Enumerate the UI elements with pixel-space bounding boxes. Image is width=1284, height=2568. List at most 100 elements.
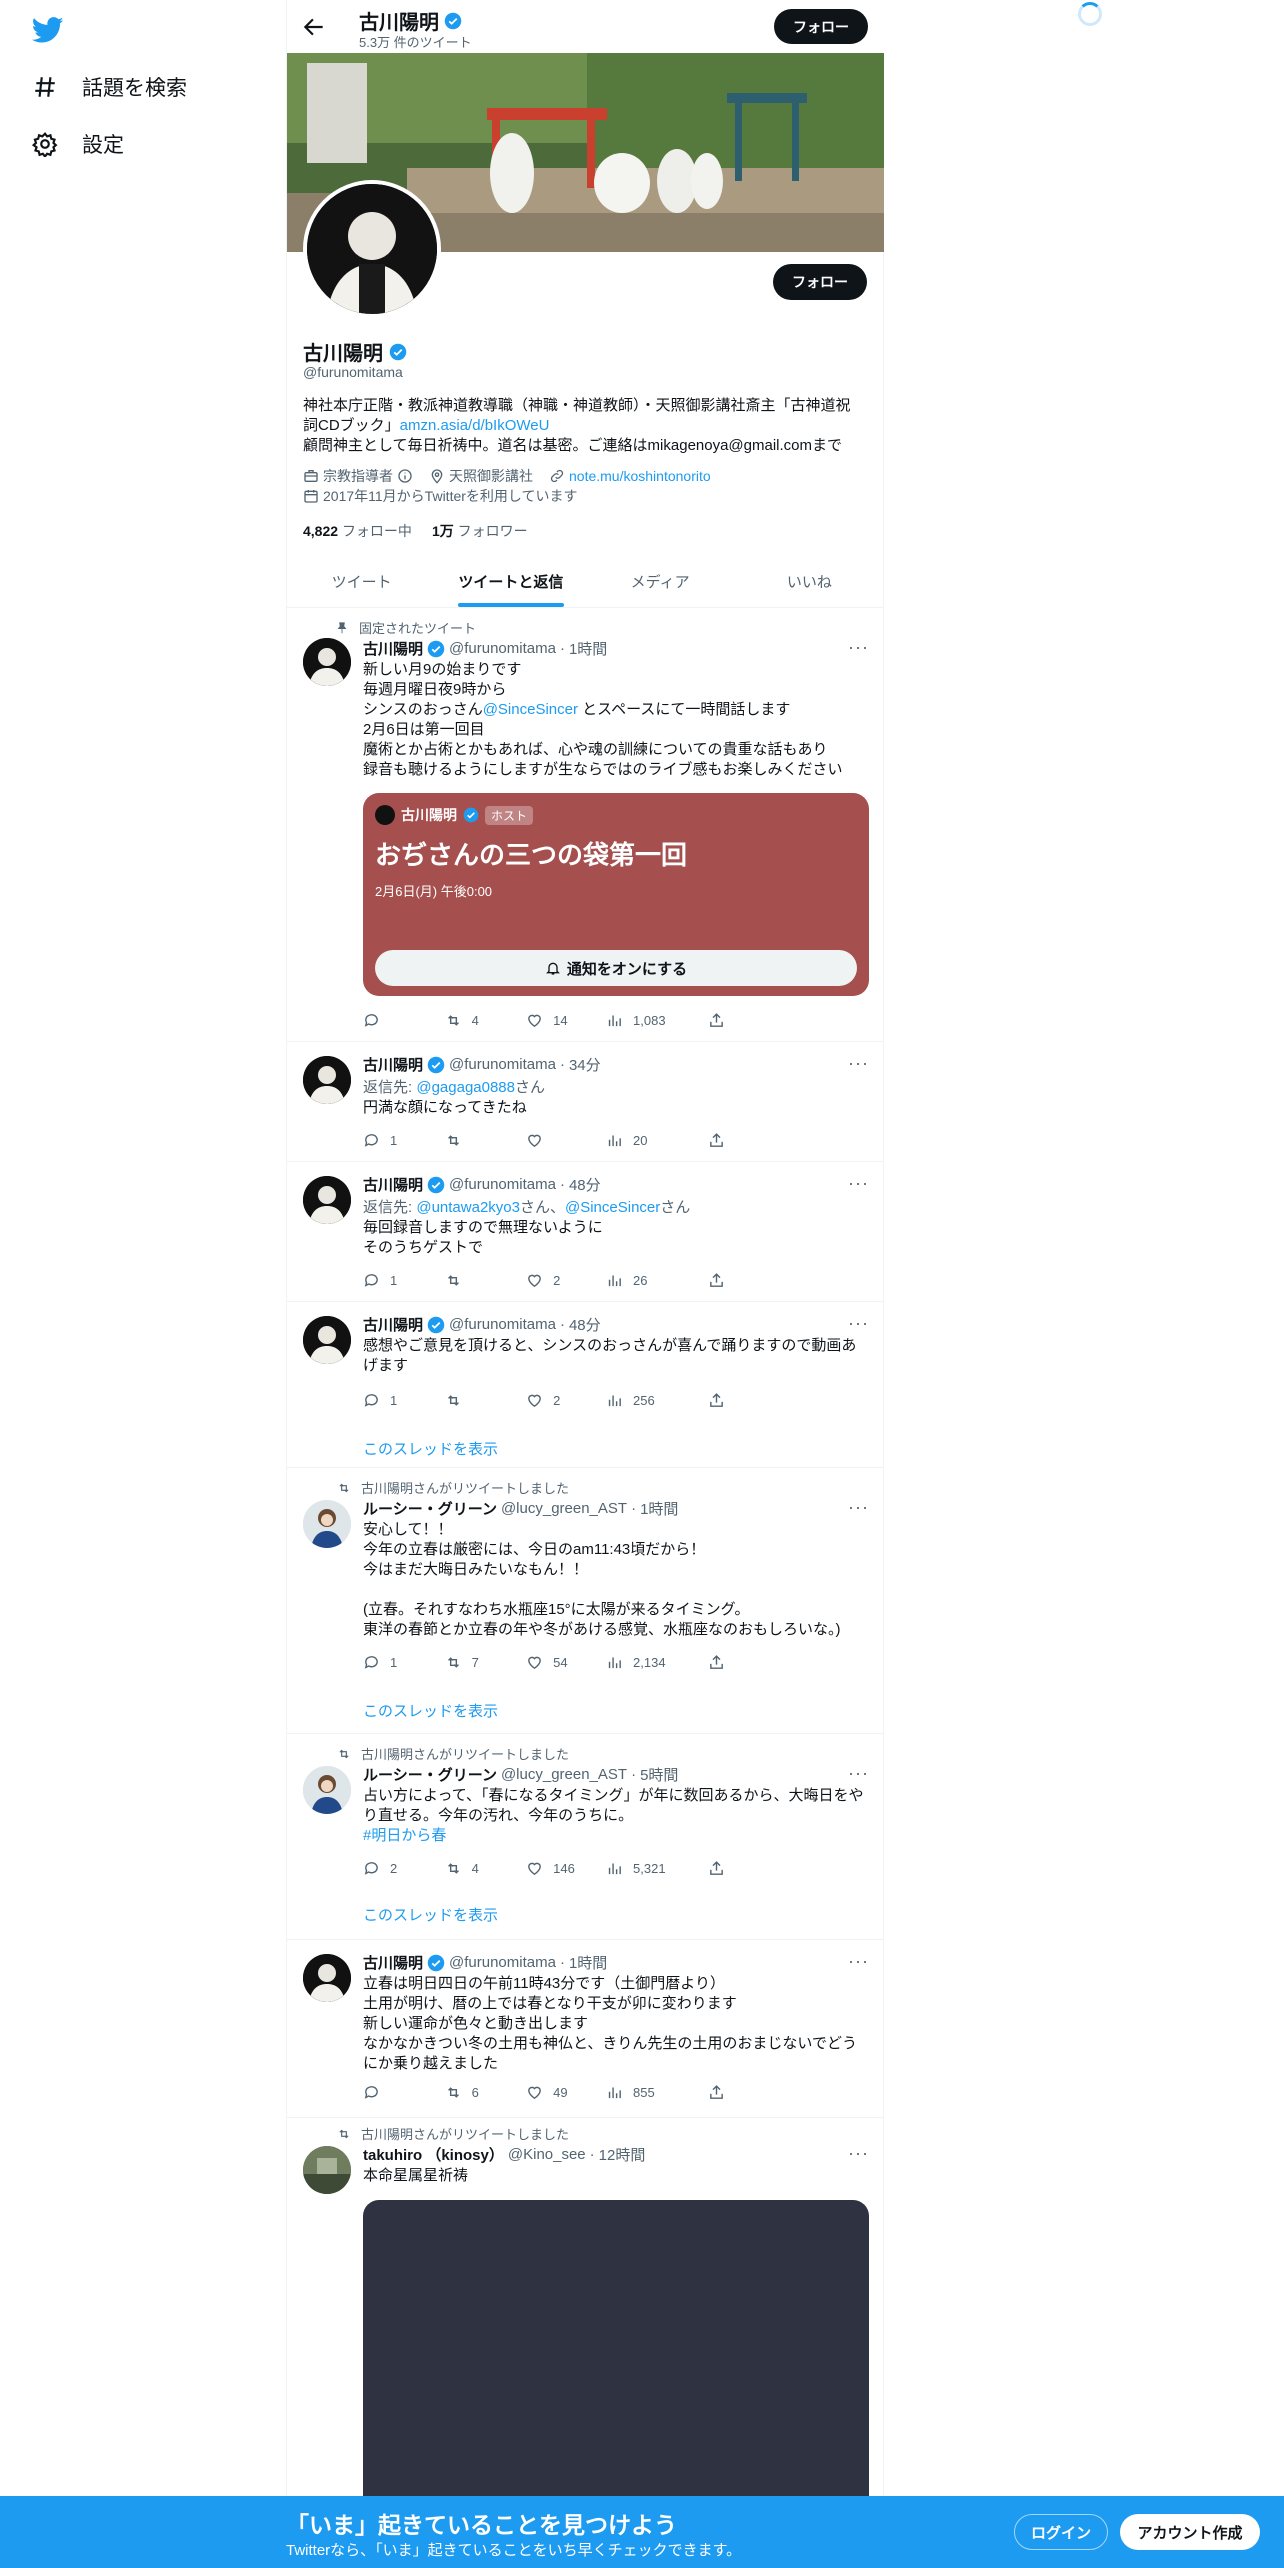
mention-link[interactable]: @SinceSincer [565,1199,660,1216]
mention-link[interactable]: @SinceSincer [483,701,578,718]
more-options-icon[interactable]: ··· [848,1952,868,1976]
views-button[interactable]: 1,083 [606,1012,708,1029]
avatar[interactable] [303,1500,351,1548]
show-thread-link[interactable]: このスレッドを表示 [363,1700,498,1721]
share-button[interactable] [708,2084,793,2101]
avatar[interactable] [303,1176,351,1224]
retweet-button[interactable]: 6 [445,2084,527,2101]
signup-button[interactable]: アカウント作成 [1120,2514,1260,2550]
like-button[interactable]: 14 [526,1012,606,1029]
avatar[interactable] [303,1316,351,1364]
like-button[interactable]: 2 [526,1392,606,1409]
tweet-retweeted[interactable]: 古川陽明さんがリツイートしました ルーシー・グリーン @lucy_green_A… [287,1468,884,1734]
login-button[interactable]: ログイン [1014,2514,1108,2550]
share-button[interactable] [708,1860,793,1877]
reply-button[interactable]: 1 [363,1132,445,1149]
retweet-icon [447,1135,459,1146]
share-icon [710,1273,723,1287]
profile-follow-button[interactable]: フォロー [773,264,867,300]
heart-icon [528,1656,542,1670]
following-link[interactable]: 4,822 フォロー中 [303,521,412,541]
retweet-button[interactable]: 7 [445,1654,527,1671]
space-card[interactable]: 古川陽明 ホスト おぢさんの三つの袋第一回 2月6日(月) 午後0:00 通知を… [363,793,869,996]
avatar[interactable] [303,1766,351,1814]
mention-link[interactable]: @untawa2kyo3 [416,1199,520,1216]
reply-icon [364,1394,378,1407]
views-button[interactable]: 256 [606,1392,708,1409]
banner-subtitle: Twitterなら、「いま」起きていることをいち早くチェックできます。 [286,2542,742,2559]
more-options-icon[interactable]: ··· [848,1498,868,1522]
retweet-button[interactable]: 4 [445,1860,527,1877]
profile-handle: @furunomitama [303,364,403,380]
tweet-retweeted[interactable]: 古川陽明さんがリツイートしました ルーシー・グリーン @lucy_green_A… [287,1734,884,1940]
retweet-button[interactable] [445,1272,527,1289]
mention-link[interactable]: @gagaga0888 [416,1079,515,1096]
views-button[interactable]: 26 [606,1272,708,1289]
reply-button[interactable] [363,1012,445,1029]
tweet[interactable]: 古川陽明 @furunomitama · 34分 ··· 返信先: @gagaga0… [287,1042,884,1162]
tweet-actions: 4 14 1,083 [363,1012,793,1029]
share-icon [710,1393,723,1407]
more-options-icon[interactable]: ··· [848,2144,868,2168]
like-button[interactable]: 146 [526,1860,606,1877]
tab-tweets-and-replies[interactable]: ツイートと返信 [436,555,585,607]
profile-website[interactable]: note.mu/koshintonorito [549,466,711,486]
twitter-logo-icon[interactable] [32,14,64,46]
sidebar-item-explore[interactable]: 話題を検索 [32,72,187,102]
notify-button[interactable]: 通知をオンにする [375,950,857,986]
more-options-icon[interactable]: ··· [848,1314,868,1338]
retweet-button[interactable] [445,1392,527,1409]
views-button[interactable]: 2,134 [606,1654,708,1671]
more-options-icon[interactable]: ··· [848,1764,868,1788]
reply-button[interactable] [363,2084,445,2101]
header-follow-button[interactable]: フォロー [774,9,868,44]
tweet[interactable]: 古川陽明 @furunomitama · 1時間 ··· 立春は明日四日の午前11時… [287,1940,884,2118]
share-button[interactable] [708,1392,793,1409]
verified-badge-icon [427,1316,445,1333]
like-button[interactable] [526,1132,606,1149]
show-thread-link[interactable]: このスレッドを表示 [363,1904,498,1925]
avatar[interactable] [303,1056,351,1104]
info-icon[interactable] [397,468,413,484]
like-button[interactable]: 2 [526,1272,606,1289]
tab-media[interactable]: メディア [586,555,735,607]
tweet[interactable]: 古川陽明 @furunomitama · 48分 ··· 返信先: @untawa2… [287,1162,884,1302]
tab-likes[interactable]: いいね [735,555,884,607]
more-options-icon[interactable]: ··· [848,1054,868,1078]
tweet[interactable]: 古川陽明 @furunomitama · 48分 ··· 感想やご意見を頂けると、シ… [287,1302,884,1468]
share-button[interactable] [708,1654,793,1671]
avatar[interactable] [303,2146,351,2194]
share-button[interactable] [708,1272,793,1289]
sidebar-item-settings[interactable]: 設定 [32,129,124,159]
views-button[interactable]: 855 [606,2084,708,2101]
reply-icon [364,1014,378,1027]
tweet-text: 毎回録音しますので無理ないように そのうちゲストで [363,1219,603,1256]
like-button[interactable]: 49 [526,2084,606,2101]
retweet-button[interactable] [445,1132,527,1149]
tab-tweets[interactable]: ツイート [287,555,436,607]
retweet-button[interactable]: 4 [445,1012,527,1029]
reply-button[interactable]: 1 [363,1392,445,1409]
profile-avatar[interactable] [303,180,441,318]
more-options-icon[interactable]: ··· [848,1174,868,1198]
show-thread-link[interactable]: このスレッドを表示 [363,1438,498,1459]
reply-button[interactable]: 1 [363,1272,445,1289]
views-button[interactable]: 20 [606,1132,708,1149]
followers-link[interactable]: 1万 フォロワー [432,521,528,541]
avatar[interactable] [303,638,351,686]
reply-button[interactable]: 2 [363,1860,445,1877]
avatar[interactable] [303,1954,351,2002]
share-button[interactable] [708,1012,793,1029]
like-button[interactable]: 54 [526,1654,606,1671]
share-button[interactable] [708,1132,793,1149]
retweet-icon [339,2129,349,2138]
reply-button[interactable]: 1 [363,1654,445,1671]
back-arrow-icon[interactable] [301,14,327,40]
views-button[interactable]: 5,321 [606,1860,708,1877]
retweet-icon [339,1749,349,1758]
pinned-context: 固定されたツイート [335,618,476,637]
more-options-icon[interactable]: ··· [848,638,868,662]
bio-link[interactable]: amzn.asia/d/bIkOWeU [400,417,550,434]
hashtag-link[interactable]: #明日から春 [363,1827,446,1844]
calendar-icon [304,490,318,503]
